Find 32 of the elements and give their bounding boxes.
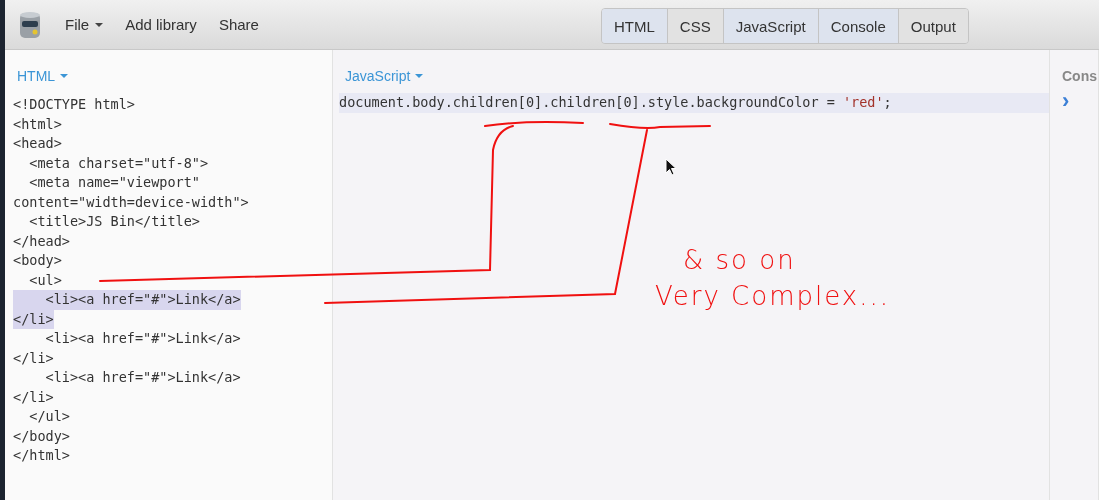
- code-line: <li><a href="#">Link</a>: [44, 368, 241, 387]
- code-line: </body>: [13, 426, 70, 446]
- caret-icon: [415, 74, 424, 78]
- code-line: </head>: [13, 231, 70, 251]
- panel-tab[interactable]: JavaScript: [723, 9, 819, 43]
- code-line: <!DOCTYPE html>: [13, 95, 135, 114]
- console-prompt[interactable]: ›: [1062, 90, 1098, 112]
- code-line: <title>JS Bin</title>: [28, 212, 200, 231]
- code-line: </html>: [13, 446, 70, 465]
- panel-tab[interactable]: HTML: [602, 9, 668, 43]
- code-line: <html>: [13, 114, 62, 134]
- caret-icon: [60, 74, 69, 78]
- code-line: <head>: [13, 134, 62, 153]
- menu-button[interactable]: File: [59, 12, 110, 37]
- panel-tab[interactable]: CSS: [667, 9, 724, 43]
- panel-tab[interactable]: Output: [898, 9, 968, 43]
- panel-tab[interactable]: Console: [818, 9, 899, 43]
- menu-button[interactable]: Share: [212, 12, 265, 37]
- code-line: <ul>: [28, 270, 62, 290]
- code-line: </ul>: [28, 407, 70, 426]
- cursor-icon: [665, 158, 677, 176]
- code-line: <li><a href="#">Link</a>: [44, 329, 241, 348]
- code-line: content="width=device-width">: [13, 192, 249, 212]
- code-line: <meta charset="utf-8">: [28, 153, 209, 173]
- handwritten-note: Very Complex...: [655, 280, 890, 313]
- code-line: <body>: [13, 251, 62, 270]
- code-line: <meta name="viewport": [28, 173, 200, 192]
- handwritten-note: & so on: [683, 244, 796, 277]
- code-line: </li>: [13, 348, 54, 368]
- code-line: </li>: [13, 387, 54, 407]
- logo-icon: [19, 10, 41, 39]
- menu-button[interactable]: Add library: [119, 12, 203, 37]
